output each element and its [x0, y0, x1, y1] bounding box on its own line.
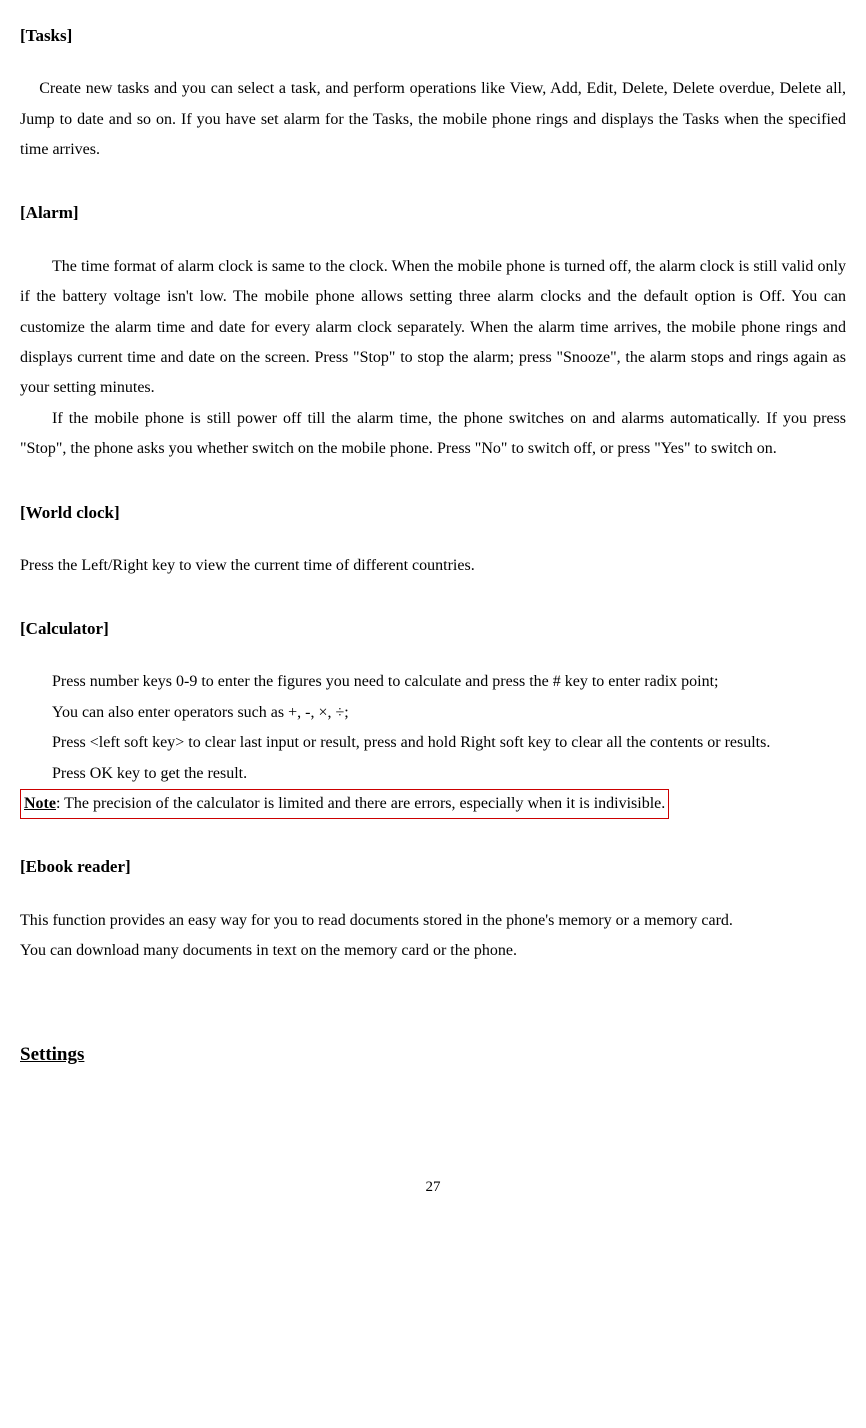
- alarm-paragraph-2: If the mobile phone is still power off t…: [20, 404, 846, 465]
- note-text: : The precision of the calculator is lim…: [56, 795, 665, 812]
- ebook-paragraph-2: You can download many documents in text …: [20, 936, 846, 966]
- calculator-paragraph-1: Press number keys 0-9 to enter the figur…: [20, 667, 846, 697]
- calculator-note-container: Note: The precision of the calculator is…: [20, 789, 846, 819]
- page-number: 27: [20, 1173, 846, 1202]
- section-heading-world-clock: [World clock]: [20, 497, 846, 529]
- tasks-paragraph-1: Create new tasks and you can select a ta…: [20, 74, 846, 165]
- section-heading-settings: Settings: [20, 1037, 846, 1073]
- alarm-paragraph-1: The time format of alarm clock is same t…: [20, 252, 846, 404]
- world-clock-paragraph-1: Press the Left/Right key to view the cur…: [20, 551, 846, 581]
- calculator-note-box: Note: The precision of the calculator is…: [20, 789, 669, 819]
- calculator-paragraph-3: Press <left soft key> to clear last inpu…: [20, 728, 846, 758]
- calculator-paragraph-4: Press OK key to get the result.: [20, 759, 846, 789]
- calculator-paragraph-2: You can also enter operators such as +, …: [20, 698, 846, 728]
- note-label: Note: [24, 795, 56, 812]
- section-heading-tasks: [Tasks]: [20, 20, 846, 52]
- section-heading-calculator: [Calculator]: [20, 613, 846, 645]
- section-heading-ebook: [Ebook reader]: [20, 851, 846, 883]
- section-heading-alarm: [Alarm]: [20, 197, 846, 229]
- ebook-paragraph-1: This function provides an easy way for y…: [20, 906, 846, 936]
